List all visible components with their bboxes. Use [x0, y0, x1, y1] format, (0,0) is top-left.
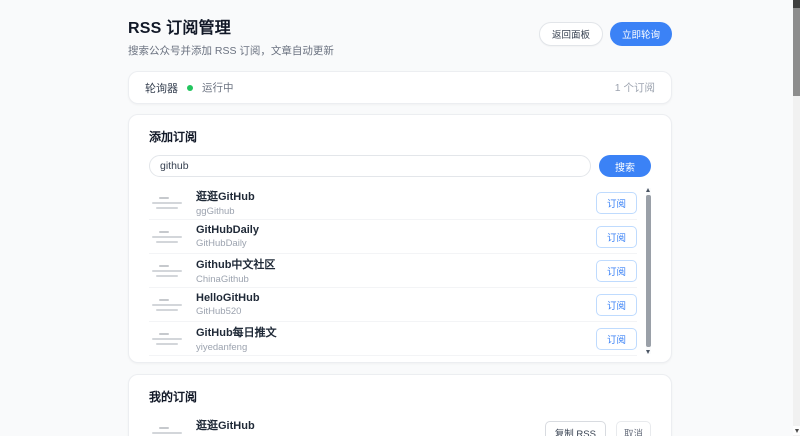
- poller-label: 轮询器: [145, 80, 178, 96]
- scroll-down-icon[interactable]: [646, 350, 650, 354]
- page-scroll-down-icon[interactable]: [793, 426, 800, 435]
- subscription-actions: 复制 RSS 取消: [545, 421, 651, 436]
- search-results-list: 逛逛GitHub ggGithub 订阅 GitHubDaily GitHubD…: [149, 186, 651, 356]
- my-subscriptions-card: 我的订阅 逛逛GitHub 10 篇文章 最后轮询: 2026/2/25 14:…: [128, 374, 672, 436]
- results-scrollbar-thumb[interactable]: [646, 195, 651, 347]
- account-avatar: [149, 228, 185, 245]
- poller-state: 运行中: [202, 80, 234, 95]
- add-section-title: 添加订阅: [149, 128, 651, 145]
- account-avatar: [149, 262, 185, 279]
- subscription-row: 逛逛GitHub 10 篇文章 最后轮询: 2026/2/25 14:35:45…: [149, 415, 651, 436]
- result-account: ggGithub: [196, 206, 585, 217]
- result-row: HelloGitHub GitHub520 订阅: [149, 288, 637, 322]
- subscribe-button[interactable]: 订阅: [596, 294, 637, 316]
- main-content: RSS 订阅管理 搜索公众号并添加 RSS 订阅，文章自动更新 返回面板 立即轮…: [128, 0, 672, 436]
- result-name: GitHub每日推文: [196, 324, 585, 340]
- result-account: ChinaGithub: [196, 274, 585, 285]
- status-dot-icon: [187, 85, 193, 91]
- poll-now-button[interactable]: 立即轮询: [610, 22, 672, 46]
- header-titles: RSS 订阅管理 搜索公众号并添加 RSS 订阅，文章自动更新: [128, 14, 334, 58]
- cancel-subscription-button[interactable]: 取消: [616, 421, 651, 436]
- account-avatar: [149, 296, 185, 313]
- page-subtitle: 搜索公众号并添加 RSS 订阅，文章自动更新: [128, 43, 334, 58]
- account-avatar: [149, 425, 185, 436]
- back-to-panel-button[interactable]: 返回面板: [539, 22, 603, 46]
- result-row: 逛逛GitHub ggGithub 订阅: [149, 186, 637, 220]
- subscribe-button[interactable]: 订阅: [596, 260, 637, 282]
- copy-rss-button[interactable]: 复制 RSS: [545, 421, 606, 436]
- scroll-up-icon[interactable]: [646, 188, 650, 192]
- result-account: yiyedanfeng: [196, 342, 585, 353]
- search-button[interactable]: 搜索: [599, 155, 651, 177]
- my-section-title: 我的订阅: [149, 388, 651, 405]
- search-row: 搜索: [149, 155, 651, 177]
- result-account: GitHubDaily: [196, 238, 585, 249]
- subscription-count: 1 个订阅: [615, 80, 655, 95]
- account-avatar: [149, 194, 185, 211]
- page-header: RSS 订阅管理 搜索公众号并添加 RSS 订阅，文章自动更新 返回面板 立即轮…: [128, 14, 672, 58]
- result-name: Github中文社区: [196, 256, 585, 272]
- add-subscription-card: 添加订阅 搜索 逛逛GitHub ggGithub 订阅 GitHubDaily…: [128, 114, 672, 363]
- subscribe-button[interactable]: 订阅: [596, 192, 637, 214]
- page-scrollbar[interactable]: [793, 0, 800, 436]
- result-row: GitHub每日推文 yiyedanfeng 订阅: [149, 322, 637, 356]
- account-avatar: [149, 330, 185, 347]
- result-name: HelloGitHub: [196, 292, 585, 304]
- poller-status: 轮询器 运行中: [145, 80, 234, 96]
- result-account: GitHub520: [196, 306, 585, 317]
- search-input[interactable]: [149, 155, 591, 177]
- page-scroll-up-icon[interactable]: [793, 0, 800, 8]
- poller-status-card: 轮询器 运行中 1 个订阅: [128, 71, 672, 104]
- subscribe-button[interactable]: 订阅: [596, 226, 637, 248]
- subscription-name: 逛逛GitHub: [196, 417, 534, 433]
- result-row: Github中文社区 ChinaGithub 订阅: [149, 254, 637, 288]
- page-title: RSS 订阅管理: [128, 14, 334, 38]
- result-row: GitHubDaily GitHubDaily 订阅: [149, 220, 637, 254]
- page-scrollbar-thumb[interactable]: [793, 8, 800, 96]
- header-actions: 返回面板 立即轮询: [539, 22, 672, 46]
- subscribe-button[interactable]: 订阅: [596, 328, 637, 350]
- result-name: GitHubDaily: [196, 224, 585, 236]
- result-name: 逛逛GitHub: [196, 188, 585, 204]
- results-scrollbar[interactable]: [646, 188, 651, 354]
